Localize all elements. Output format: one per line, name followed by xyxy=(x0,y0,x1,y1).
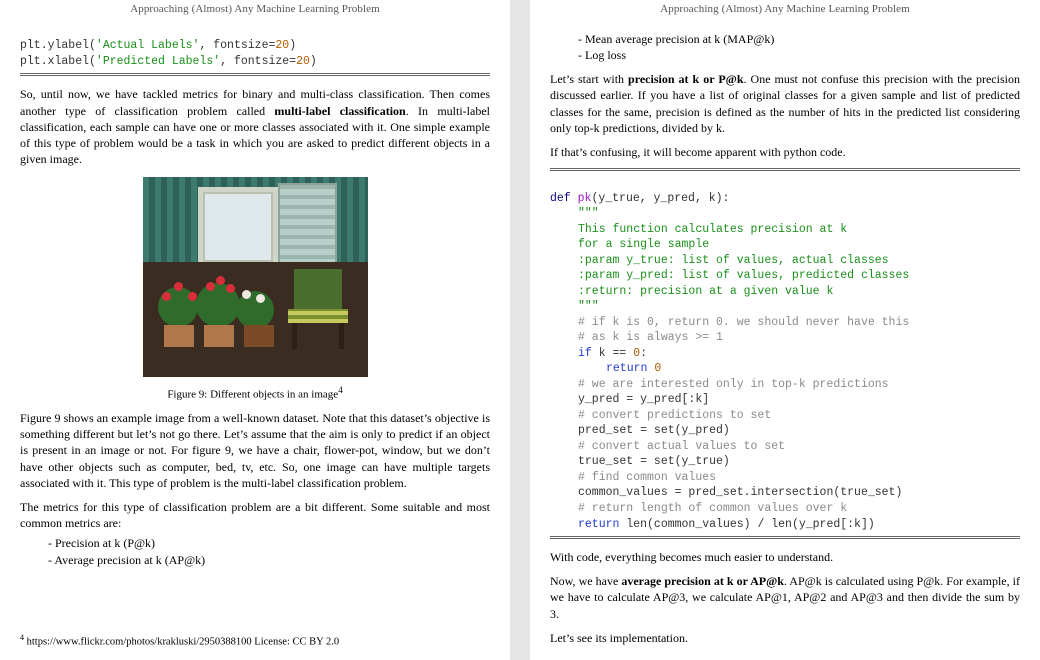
code-text: , fontsize= xyxy=(220,55,296,68)
code-docstring: """ xyxy=(578,300,599,313)
caption-footnote-ref: 4 xyxy=(338,385,343,395)
code-string: 'Actual Labels' xyxy=(96,39,200,52)
footnote-text: https://www.flickr.com/photos/krakluski/… xyxy=(24,637,339,648)
code-comment: # if k is 0, return 0. we should never h… xyxy=(578,316,909,329)
code-number: 20 xyxy=(296,55,310,68)
paragraph: So, until now, we have tackled metrics f… xyxy=(20,86,490,167)
list-item: Average precision at k (AP@k) xyxy=(68,552,490,568)
figure-image xyxy=(143,177,368,377)
code-comment: # convert predictions to set xyxy=(578,409,771,422)
code-text: pred_set = set(y_pred) xyxy=(578,424,730,437)
paragraph-text: Now, we have xyxy=(550,574,621,588)
paragraph: Now, we have average precision at k or A… xyxy=(550,573,1020,622)
code-text: true_set = set(y_true) xyxy=(578,455,730,468)
divider xyxy=(20,73,490,76)
code-docstring: """ xyxy=(578,207,599,220)
list-item: Log loss xyxy=(598,47,1020,63)
running-head-left: Approaching (Almost) Any Machine Learnin… xyxy=(20,0,490,17)
footnote-4: 4 https://www.flickr.com/photos/kraklusk… xyxy=(20,633,490,650)
code-text: plt.ylabel( xyxy=(20,39,96,52)
bold-term: precision at k or P@k xyxy=(628,72,743,86)
code-snippet-pk: def pk(y_true, y_pred, k): """ This func… xyxy=(550,175,1020,532)
code-keyword-def: def xyxy=(550,192,571,205)
divider xyxy=(550,536,1020,539)
code-keyword-if: if xyxy=(578,347,592,360)
code-text: y_pred = y_pred[:k] xyxy=(578,393,709,406)
paragraph: With code, everything becomes much easie… xyxy=(550,549,1020,565)
code-text: : xyxy=(640,347,647,360)
code-comment: # we are interested only in top-k predic… xyxy=(578,378,889,391)
code-docstring: :param y_true: list of values, actual cl… xyxy=(578,254,889,267)
paragraph: The metrics for this type of classificat… xyxy=(20,499,490,531)
code-text: plt.xlabel( xyxy=(20,55,96,68)
code-number: 20 xyxy=(275,39,289,52)
bold-term: average precision at k or AP@k xyxy=(621,574,784,588)
two-page-spread: Approaching (Almost) Any Machine Learnin… xyxy=(0,0,1040,660)
code-docstring: for a single sample xyxy=(578,238,709,251)
code-comment: # return length of common values over k xyxy=(578,502,847,515)
page-right: Approaching (Almost) Any Machine Learnin… xyxy=(530,0,1040,660)
caption-text: Figure 9: Different objects in an image xyxy=(167,388,338,400)
code-text: common_values = pred_set.intersection(tr… xyxy=(578,486,902,499)
code-text: , fontsize= xyxy=(199,39,275,52)
code-keyword-return: return xyxy=(578,518,619,531)
code-docstring: :param y_pred: list of values, predicted… xyxy=(578,269,909,282)
code-keyword-return: return xyxy=(606,362,647,375)
bold-term: multi-label classification xyxy=(274,104,405,118)
code-text: k == xyxy=(592,347,633,360)
code-fn-name: pk xyxy=(571,192,592,205)
running-head-right: Approaching (Almost) Any Machine Learnin… xyxy=(550,0,1020,17)
metrics-list-right: Mean average precision at k (MAP@k) Log … xyxy=(550,31,1020,63)
code-docstring: :return: precision at a given value k xyxy=(578,285,833,298)
paragraph: Figure 9 shows an example image from a w… xyxy=(20,410,490,491)
figure-caption: Figure 9: Different objects in an image4 xyxy=(20,384,490,403)
paragraph: Let’s see its implementation. xyxy=(550,630,1020,646)
code-string: 'Predicted Labels' xyxy=(96,55,220,68)
list-item: Precision at k (P@k) xyxy=(68,535,490,551)
divider xyxy=(550,168,1020,171)
code-text: ) xyxy=(289,39,296,52)
code-comment: # find common values xyxy=(578,471,716,484)
code-text: len(common_values) / len(y_pred[:k]) xyxy=(619,518,874,531)
code-number: 0 xyxy=(647,362,661,375)
paragraph-text: Let’s start with xyxy=(550,72,628,86)
code-comment: # as k is always >= 1 xyxy=(578,331,723,344)
paragraph: If that’s confusing, it will become appa… xyxy=(550,144,1020,160)
paragraph: Let’s start with precision at k or P@k. … xyxy=(550,71,1020,136)
page-left: Approaching (Almost) Any Machine Learnin… xyxy=(0,0,510,660)
code-text: ) xyxy=(310,55,317,68)
list-item: Mean average precision at k (MAP@k) xyxy=(598,31,1020,47)
code-snippet-plt: plt.ylabel('Actual Labels', fontsize=20)… xyxy=(20,23,490,70)
code-text: (y_true, y_pred, k): xyxy=(591,192,729,205)
figure-9: Figure 9: Different objects in an image4 xyxy=(20,177,490,402)
code-docstring: This function calculates precision at k xyxy=(578,223,847,236)
code-comment: # convert actual values to set xyxy=(578,440,785,453)
metrics-list-left: Precision at k (P@k) Average precision a… xyxy=(20,535,490,567)
